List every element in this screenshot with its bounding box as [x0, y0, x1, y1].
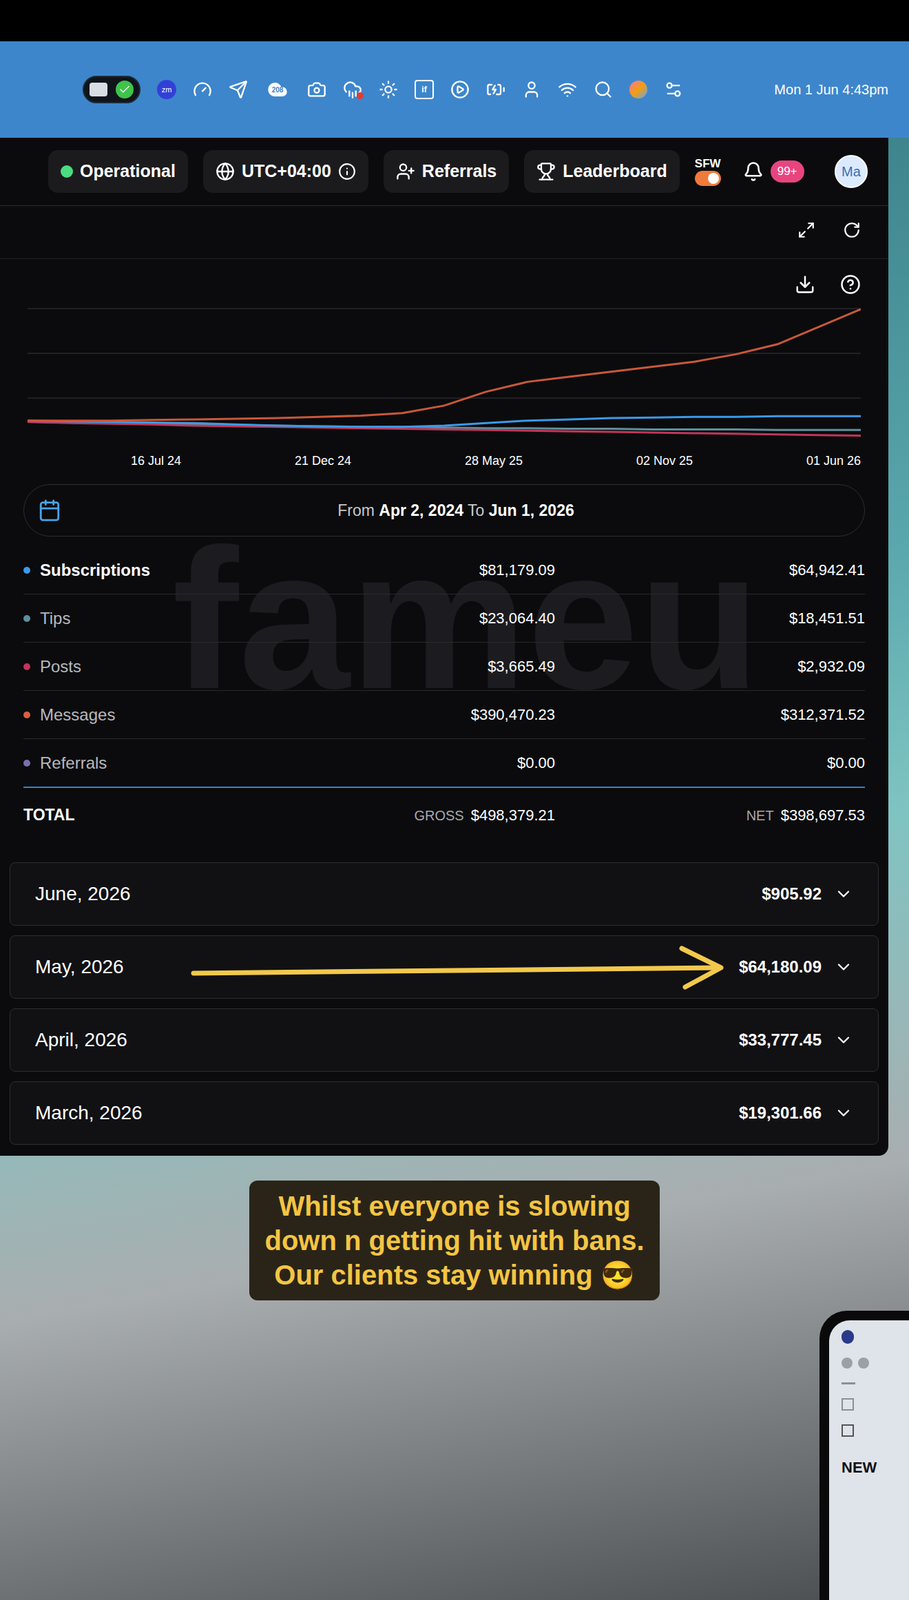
chart-line — [27, 309, 861, 421]
cloud-badge[interactable]: 208 — [264, 79, 291, 100]
send-icon[interactable] — [228, 79, 248, 100]
calendar-icon — [37, 498, 62, 522]
annotation-arrow — [189, 945, 727, 990]
toolbar — [0, 205, 889, 259]
fullscreen-icon[interactable] — [797, 221, 816, 239]
chevron-down-icon[interactable] — [833, 884, 854, 904]
chart-line — [27, 422, 861, 436]
breakdown-table: Subscriptions$81,179.09$64,942.41Tips$23… — [23, 546, 865, 842]
info-icon[interactable] — [338, 162, 357, 181]
chevron-down-icon[interactable] — [833, 1030, 854, 1050]
breakdown-row[interactable]: Messages$390,470.23$312,371.52 — [23, 690, 865, 739]
status-pill[interactable]: Operational — [48, 150, 188, 193]
help-icon[interactable] — [840, 274, 861, 295]
clock[interactable]: Mon 1 Jun 4:43pm — [774, 79, 889, 100]
month-row[interactable]: May, 2026$64,180.09 — [9, 935, 879, 999]
breakdown-row[interactable]: Tips$23,064.40$18,451.51 — [23, 594, 865, 643]
control-center-icon[interactable] — [663, 79, 684, 100]
avatar[interactable]: Ma — [834, 154, 868, 188]
month-list: June, 2026$905.92 May, 2026$64,180.09 Apri… — [0, 862, 889, 1156]
chevron-down-icon[interactable] — [833, 1103, 854, 1123]
gauge-icon[interactable] — [192, 79, 213, 100]
apple-logo-icon — [841, 1329, 854, 1344]
chevron-down-icon[interactable] — [833, 957, 854, 977]
month-row[interactable]: April, 2026$33,777.45 — [9, 1008, 879, 1072]
app-badge[interactable]: if — [414, 79, 434, 100]
breakdown-row[interactable]: Posts$3,665.49$2,932.09 — [23, 642, 865, 691]
breakdown-row[interactable]: Subscriptions$81,179.09$64,942.41 — [23, 546, 865, 595]
wifi-icon[interactable] — [557, 79, 578, 100]
month-row[interactable]: March, 2026$19,301.66 — [9, 1081, 879, 1145]
play-icon[interactable] — [450, 79, 470, 100]
download-icon[interactable] — [794, 274, 816, 295]
refresh-icon[interactable] — [842, 221, 861, 239]
leaderboard-link[interactable]: Leaderboard — [524, 150, 679, 193]
x-axis: 16 Jul 2421 Dec 2428 May 2502 Nov 2501 J… — [27, 446, 861, 471]
search-icon[interactable] — [593, 79, 613, 100]
phone: NEW — [819, 1310, 909, 1600]
siri-icon[interactable] — [629, 80, 648, 99]
phone-label: NEW — [841, 1450, 909, 1479]
month-row[interactable]: June, 2026$905.92 — [9, 862, 879, 926]
globe-icon — [215, 161, 235, 182]
toggle-pill[interactable] — [82, 75, 141, 104]
camera-icon[interactable] — [307, 79, 327, 100]
app-window: Operational UTC+04:00 Referrals Leaderboard… — [0, 137, 889, 1156]
referrals-icon — [395, 161, 416, 182]
check-icon — [118, 83, 131, 96]
battery-icon[interactable] — [486, 79, 506, 100]
watermark: fameu — [172, 518, 761, 719]
screen-photo: zm 208 if Mon 1 Jun 4:43pm Operational UTC+04… — [0, 0, 909, 1600]
revenue-chart: 16 Jul 2421 Dec 2428 May 2502 Nov 2501 J… — [0, 294, 889, 471]
bell-icon[interactable] — [743, 161, 764, 182]
trophy-icon — [536, 161, 556, 182]
bezel — [0, 0, 909, 42]
total-row: TOTALGROSS$498,379.21NET$398,697.53 — [23, 786, 865, 842]
menu-bar: zm 208 if Mon 1 Jun 4:43pm — [0, 41, 909, 138]
chart-plot — [27, 294, 861, 447]
caption: Whilst everyone is slowingdown n getting… — [249, 1180, 660, 1301]
notification-badge: 99+ — [770, 160, 805, 183]
breakdown-row[interactable]: Referrals$0.00$0.00 — [23, 738, 865, 788]
referrals-link[interactable]: Referrals — [383, 150, 509, 193]
sfw-toggle[interactable]: SFW — [694, 157, 722, 186]
chart-line — [27, 415, 861, 427]
timezone-pill[interactable]: UTC+04:00 — [203, 150, 369, 193]
zoom-badge[interactable]: zm — [157, 79, 177, 100]
user-icon[interactable] — [521, 79, 542, 100]
sun-icon[interactable] — [378, 79, 399, 100]
app-header: Operational UTC+04:00 Referrals Leaderboard… — [0, 137, 889, 206]
